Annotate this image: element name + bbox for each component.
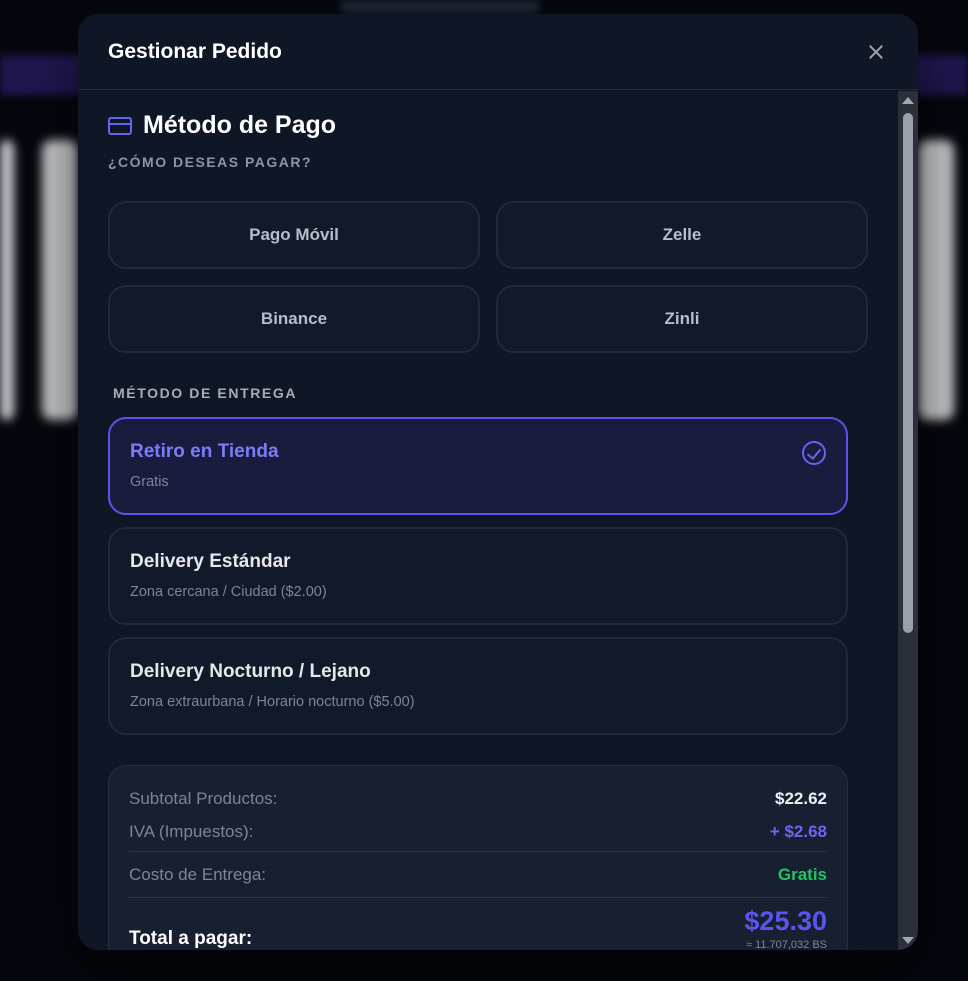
iva-value: + $2.68 (769, 821, 827, 841)
modal-body: Método de Pago ¿CÓMO DESEAS PAGAR? Pago … (78, 91, 898, 950)
delivery-option-title: Delivery Estándar (130, 551, 291, 572)
delivery-cost-value: Gratis (777, 864, 827, 884)
check-circle-icon (802, 441, 826, 465)
delivery-option-title: Delivery Nocturno / Lejano (130, 661, 371, 682)
delivery-option-desc: Zona extraurbana / Horario nocturno ($5.… (130, 694, 415, 710)
delivery-cost-label: Costo de Entrega: (129, 864, 267, 884)
total-row: Total a pagar: $25.30 ≈ 11.707,032 BS (129, 906, 827, 950)
total-bolivares: ≈ 11.707,032 BS (745, 939, 827, 950)
delivery-cost-row: Costo de Entrega: Gratis (129, 852, 827, 898)
manage-order-modal: Gestionar Pedido Método de Pago ¿CÓMO DE… (78, 14, 918, 950)
total-value: $25.30 (744, 906, 827, 936)
iva-row: IVA (Impuestos): + $2.68 (129, 816, 827, 852)
credit-card-icon (108, 116, 132, 135)
close-icon[interactable] (864, 40, 888, 64)
subtotal-value: $22.62 (775, 789, 827, 808)
delivery-option-standard[interactable]: Delivery Estándar Zona cercana / Ciudad … (108, 527, 848, 625)
payment-method-zinli[interactable]: Zinli (496, 285, 868, 353)
scrollbar-thumb[interactable] (903, 113, 913, 633)
total-label: Total a pagar: (129, 928, 253, 949)
background-card (0, 140, 14, 420)
subtotal-row: Subtotal Productos: $22.62 (129, 782, 827, 816)
payment-question: ¿CÓMO DESEAS PAGAR? (108, 154, 313, 170)
order-summary: Subtotal Productos: $22.62 IVA (Impuesto… (108, 765, 848, 950)
delivery-option-title: Retiro en Tienda (130, 441, 279, 462)
delivery-method-label: MÉTODO DE ENTREGA (113, 385, 298, 401)
background-header (340, 0, 540, 14)
payment-method-binance[interactable]: Binance (108, 285, 480, 353)
payment-section-title: Método de Pago (108, 111, 848, 140)
background-card (42, 140, 78, 420)
payment-method-pago-movil[interactable]: Pago Móvil (108, 201, 480, 269)
iva-label: IVA (Impuestos): (129, 821, 254, 841)
scroll-down-arrow-icon[interactable] (902, 937, 914, 944)
delivery-option-desc: Zona cercana / Ciudad ($2.00) (130, 584, 327, 600)
delivery-option-night[interactable]: Delivery Nocturno / Lejano Zona extraurb… (108, 637, 848, 735)
modal-header: Gestionar Pedido (78, 14, 918, 90)
delivery-option-pickup[interactable]: Retiro en Tienda Gratis (108, 417, 848, 515)
scrollbar[interactable] (898, 91, 918, 950)
payment-heading: Método de Pago (143, 111, 337, 139)
background-card (918, 140, 954, 420)
payment-methods: Pago Móvil Zelle Binance Zinli (108, 201, 868, 353)
subtotal-label: Subtotal Productos: (129, 789, 278, 808)
delivery-option-desc: Gratis (130, 474, 169, 490)
scroll-up-arrow-icon[interactable] (902, 97, 914, 104)
modal-title: Gestionar Pedido (108, 39, 282, 63)
payment-method-zelle[interactable]: Zelle (496, 201, 868, 269)
